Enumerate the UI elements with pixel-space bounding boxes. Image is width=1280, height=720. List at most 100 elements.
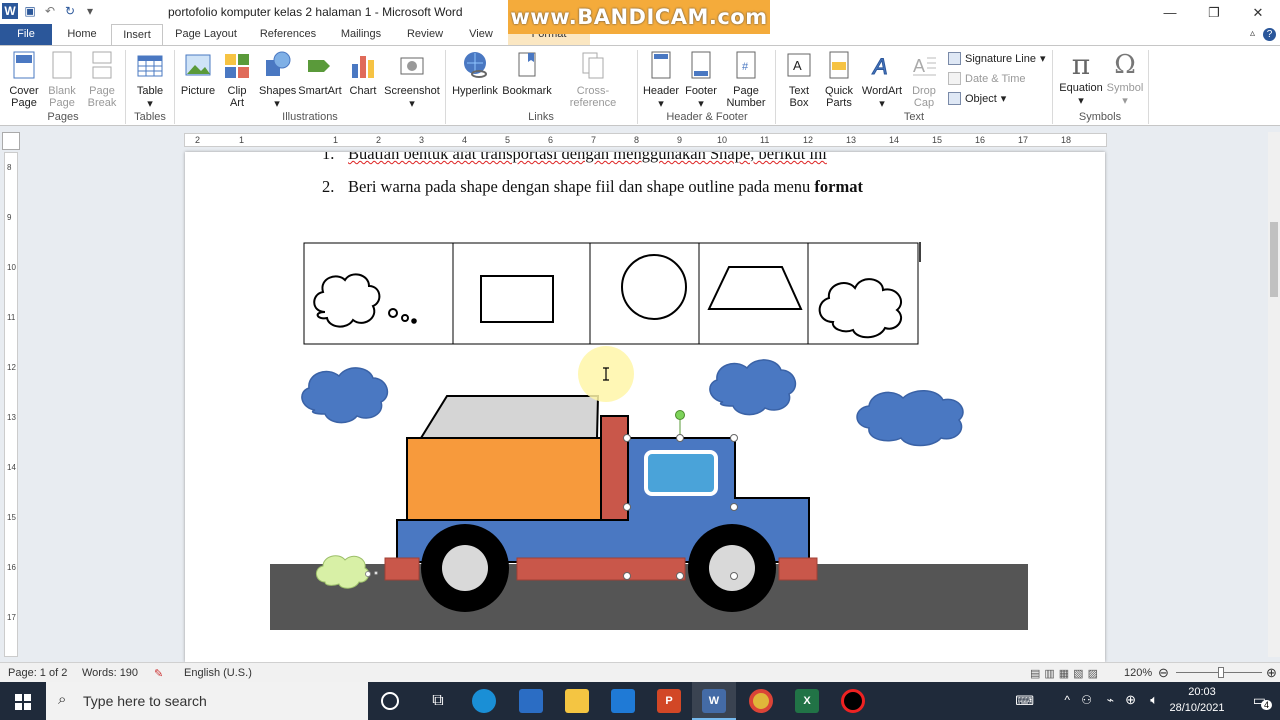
file-explorer-icon[interactable]	[565, 689, 589, 713]
zoom-out-icon[interactable]: ⊖	[1158, 665, 1169, 681]
chrome-icon[interactable]	[749, 689, 773, 713]
symbol-button[interactable]: Ω Symbol ▾	[1106, 50, 1144, 107]
start-button[interactable]	[0, 682, 46, 720]
volume-icon[interactable]: 🔈︎	[1150, 692, 1158, 708]
customize-qat-icon[interactable]: ▾	[82, 3, 98, 19]
mail-icon[interactable]	[611, 689, 635, 713]
redo-icon[interactable]: ↻	[62, 3, 78, 19]
bookmark-button[interactable]: Bookmark	[501, 50, 553, 97]
clock-time[interactable]: 20:03	[1176, 686, 1228, 698]
tab-mailings[interactable]: Mailings	[332, 24, 390, 45]
proofing-icon[interactable]: ✎	[154, 667, 163, 680]
quick-parts-button[interactable]: Quick Parts	[820, 50, 858, 109]
rotation-handle[interactable]	[675, 410, 685, 420]
truck-window[interactable]	[644, 450, 718, 496]
page-count[interactable]: Page: 1 of 2	[8, 667, 67, 679]
drop-cap-button[interactable]: A Drop Cap	[906, 50, 942, 109]
resize-handle[interactable]	[623, 503, 631, 511]
clip-art-button[interactable]: Clip Art	[222, 50, 252, 109]
page-number-button[interactable]: # Page Number	[722, 50, 770, 109]
signature-line-button[interactable]: Signature Line ▾	[948, 52, 1045, 65]
powerpoint-icon[interactable]: P	[657, 689, 681, 713]
resize-handle[interactable]	[676, 434, 684, 442]
tab-view[interactable]: View	[460, 24, 502, 45]
cargo-box[interactable]	[406, 437, 602, 521]
cloud-left[interactable]	[301, 367, 389, 424]
front-bumper[interactable]	[778, 557, 818, 581]
zoom-slider-thumb[interactable]	[1218, 667, 1224, 678]
resize-handle[interactable]	[730, 503, 738, 511]
tab-references[interactable]: References	[252, 24, 324, 45]
wordart-button[interactable]: A WordArt ▾	[860, 50, 904, 111]
rear-bumper[interactable]	[384, 557, 420, 581]
cloud-middle[interactable]	[709, 359, 797, 416]
tab-page-layout[interactable]: Page Layout	[168, 24, 244, 45]
store-icon[interactable]	[519, 689, 543, 713]
screenshot-button[interactable]: Screenshot ▾	[384, 50, 440, 110]
chart-button[interactable]: Chart	[346, 50, 380, 97]
tab-insert[interactable]: Insert	[111, 24, 163, 46]
vertical-scrollbar[interactable]	[1268, 132, 1280, 657]
document-page[interactable]: 1. Buatlah bentuk alat transportasi denga…	[185, 152, 1105, 662]
cloud-right[interactable]	[856, 390, 964, 447]
tab-file[interactable]: File	[0, 24, 52, 45]
show-hidden-icons[interactable]: ^	[1064, 693, 1070, 707]
view-buttons[interactable]: ▤▥▦▧▨	[1030, 667, 1102, 680]
picture-button[interactable]: Picture	[180, 50, 216, 97]
keyboard-icon[interactable]: ⌨	[1015, 693, 1034, 709]
footer-button[interactable]: Footer ▾	[682, 50, 720, 110]
usb-icon[interactable]: ⌁	[1107, 693, 1114, 707]
object-button[interactable]: Object ▾	[948, 92, 1006, 105]
header-button[interactable]: Header ▾	[642, 50, 680, 110]
language-indicator[interactable]: English (U.S.)	[184, 667, 252, 679]
resize-handle[interactable]	[730, 434, 738, 442]
undo-icon[interactable]: ↶	[42, 3, 58, 19]
rectangle-shape[interactable]	[480, 275, 554, 323]
zoom-in-icon[interactable]: ⊕	[1266, 665, 1277, 681]
smartart-button[interactable]: SmartArt	[298, 50, 342, 97]
save-icon[interactable]: ▣	[22, 3, 38, 19]
task-view-icon[interactable]: ⧉	[426, 689, 450, 713]
table-button[interactable]: Table ▾	[131, 50, 169, 110]
person-icon[interactable]: ⚇	[1081, 693, 1092, 707]
cortana-icon[interactable]	[381, 692, 399, 710]
resize-handle[interactable]	[730, 572, 738, 580]
taskbar-search-box[interactable]: ⌕ Type here to search	[46, 682, 368, 720]
blank-page-button[interactable]: Blank Page	[45, 50, 79, 109]
shapes-button[interactable]: Shapes ▾	[259, 50, 296, 110]
cabin-pillar[interactable]	[600, 415, 629, 521]
vertical-ruler[interactable]: 8 9 10 11 12 13 14 15 16 17	[4, 152, 18, 657]
resize-handle[interactable]	[623, 572, 631, 580]
resize-handle[interactable]	[623, 434, 631, 442]
horizontal-ruler[interactable]: 2 1 1 2 3 4 5 6 7 8 9 10 11 12 13 14 15 …	[184, 133, 1107, 147]
cross-reference-button[interactable]: Cross-reference	[554, 50, 632, 109]
word-count[interactable]: Words: 190	[82, 667, 138, 679]
tab-home[interactable]: Home	[56, 24, 108, 45]
date-time-button[interactable]: Date & Time	[948, 72, 1026, 85]
ruler-tab-selector[interactable]	[2, 132, 20, 150]
zoom-level[interactable]: 120%	[1124, 667, 1152, 679]
excel-icon[interactable]: X	[795, 689, 819, 713]
edge-icon[interactable]	[472, 689, 496, 713]
scrollbar-thumb[interactable]	[1270, 222, 1278, 297]
text-box-button[interactable]: A Text Box	[780, 50, 818, 109]
circle-shape[interactable]	[621, 254, 687, 320]
resize-handle[interactable]	[676, 572, 684, 580]
close-button[interactable]: ✕	[1236, 0, 1280, 26]
help-icon[interactable]: ?	[1263, 28, 1276, 41]
tab-review[interactable]: Review	[398, 24, 452, 45]
clock-date[interactable]: 28/10/2021	[1166, 702, 1228, 714]
chassis-bar[interactable]	[516, 557, 686, 581]
cover-page-button[interactable]: Cover Page	[6, 50, 42, 109]
word-app-icon[interactable]: W	[2, 3, 18, 19]
equation-button[interactable]: π Equation ▾	[1056, 50, 1106, 108]
restore-button[interactable]: ❐	[1192, 0, 1236, 26]
cargo-cover[interactable]	[419, 395, 600, 439]
minimize-button[interactable]: —	[1148, 0, 1192, 26]
network-icon[interactable]: ⊕	[1125, 692, 1136, 708]
bandicam-icon[interactable]	[841, 689, 865, 713]
truck-drawing[interactable]	[316, 395, 818, 612]
minimize-ribbon-icon[interactable]: ▵	[1250, 28, 1255, 41]
page-break-button[interactable]: Page Break	[85, 50, 119, 109]
hyperlink-button[interactable]: Hyperlink	[450, 50, 500, 97]
